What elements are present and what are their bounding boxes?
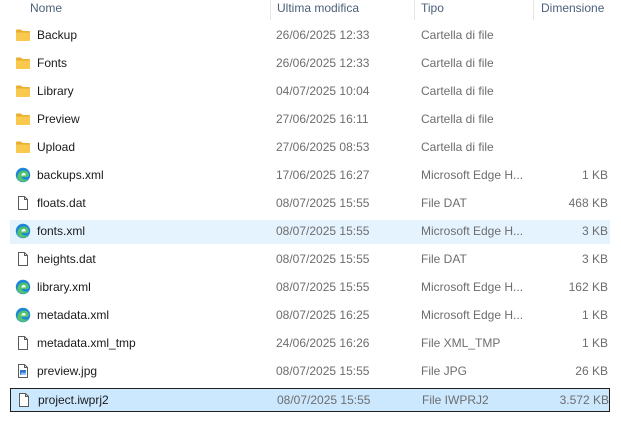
edge-icon: [15, 223, 31, 239]
file-row[interactable]: Upload 27/06/2025 08:53 Cartella di file: [10, 136, 610, 160]
edge-icon: [15, 167, 31, 183]
file-modified-date: 08/07/2025 15:55: [276, 280, 370, 294]
file-row[interactable]: floats.dat 08/07/2025 15:55 File DAT 468 KB: [10, 192, 610, 216]
file-row[interactable]: Backup 26/06/2025 12:33 Cartella di file: [10, 24, 610, 48]
file-row[interactable]: heights.dat 08/07/2025 15:55 File DAT 3 KB: [10, 248, 610, 272]
file-size: 162 KB: [568, 280, 608, 294]
file-type: Microsoft Edge H...: [421, 168, 524, 182]
file-name: Library: [37, 84, 74, 98]
column-header-modified[interactable]: Ultima modifica: [277, 0, 359, 20]
file-modified-date: 26/06/2025 12:33: [276, 28, 370, 42]
file-size: 3.572 KB: [559, 393, 609, 407]
file-row[interactable]: metadata.xml 08/07/2025 16:25 Microsoft Ed…: [10, 304, 610, 328]
column-header-size[interactable]: Dimensione: [541, 0, 604, 20]
file-name: heights.dat: [37, 252, 96, 266]
file-type: Microsoft Edge H...: [421, 224, 524, 238]
file-type: Microsoft Edge H...: [421, 280, 524, 294]
file-row[interactable]: Fonts 26/06/2025 12:33 Cartella di file: [10, 52, 610, 76]
file-modified-date: 26/06/2025 12:33: [276, 56, 370, 70]
file-modified-date: 24/06/2025 16:26: [276, 336, 370, 350]
file-size: 3 KB: [581, 252, 608, 266]
file-name: floats.dat: [37, 196, 86, 210]
file-name: Preview: [37, 112, 80, 126]
file-row[interactable]: Library 04/07/2025 10:04 Cartella di file: [10, 80, 610, 104]
file-icon: [16, 392, 32, 408]
file-size: 3 KB: [581, 224, 608, 238]
file-icon: [15, 335, 31, 351]
file-type: Cartella di file: [421, 112, 494, 126]
column-header-type[interactable]: Tipo: [421, 0, 444, 20]
edge-icon: [15, 279, 31, 295]
folder-icon: [15, 83, 31, 99]
file-type: Microsoft Edge H...: [421, 308, 524, 322]
file-name: metadata.xml_tmp: [37, 336, 136, 350]
folder-icon: [15, 27, 31, 43]
column-header-name[interactable]: Nome: [30, 0, 62, 20]
file-row[interactable]: project.iwprj2 08/07/2025 15:55 File IWPRJ…: [10, 388, 610, 412]
file-row[interactable]: library.xml 08/07/2025 15:55 Microsoft Edg…: [10, 276, 610, 300]
file-row[interactable]: fonts.xml 08/07/2025 15:55 Microsoft Edge …: [10, 220, 610, 244]
file-type: File DAT: [421, 252, 467, 266]
file-type: File JPG: [421, 364, 468, 378]
file-modified-date: 08/07/2025 15:55: [276, 364, 370, 378]
file-size: [530, 80, 608, 102]
file-name: Fonts: [37, 56, 68, 70]
file-name: project.iwprj2: [38, 393, 109, 407]
file-size: 1 KB: [581, 308, 608, 322]
folder-icon: [15, 111, 31, 127]
file-size: 1 KB: [581, 336, 608, 350]
file-name: backups.xml: [37, 168, 104, 182]
file-type: File XML_TMP: [421, 336, 501, 350]
file-name: library.xml: [37, 280, 91, 294]
file-type: File IWPRJ2: [422, 393, 489, 407]
file-type: Cartella di file: [421, 28, 494, 42]
file-modified-date: 17/06/2025 16:27: [276, 168, 370, 182]
file-size: [530, 108, 608, 130]
file-row[interactable]: metadata.xml_tmp 24/06/2025 16:26 File XML…: [10, 332, 610, 356]
file-size: [530, 52, 608, 74]
file-modified-date: 27/06/2025 16:11: [276, 112, 369, 126]
folder-icon: [15, 139, 31, 155]
file-type: Cartella di file: [421, 140, 494, 154]
file-icon: [15, 195, 31, 211]
file-row[interactable]: preview.jpg 08/07/2025 15:55 File JPG 26 KB: [10, 360, 610, 384]
file-type: Cartella di file: [421, 56, 494, 70]
image-file-icon: [15, 363, 31, 379]
file-name: preview.jpg: [37, 364, 98, 378]
file-size: [530, 136, 608, 158]
file-modified-date: 08/07/2025 15:55: [276, 224, 370, 238]
file-type: File DAT: [421, 196, 467, 210]
file-icon: [15, 251, 31, 267]
file-row[interactable]: backups.xml 17/06/2025 16:27 Microsoft Edg…: [10, 164, 610, 188]
file-size: 468 KB: [568, 196, 608, 210]
file-type: Cartella di file: [421, 84, 494, 98]
file-modified-date: 04/07/2025 10:04: [276, 84, 370, 98]
folder-icon: [15, 55, 31, 71]
file-modified-date: 08/07/2025 15:55: [277, 393, 371, 407]
file-name: Upload: [37, 140, 76, 154]
file-row[interactable]: Preview 27/06/2025 16:11 Cartella di file: [10, 108, 610, 132]
file-modified-date: 08/07/2025 15:55: [276, 196, 370, 210]
column-divider[interactable]: [414, 0, 415, 20]
file-name: Backup: [37, 28, 78, 42]
file-size: 1 KB: [581, 168, 608, 182]
column-header-bar: Nome Ultima modifica Tipo Dimensione: [0, 0, 621, 20]
column-divider[interactable]: [270, 0, 271, 20]
file-name: fonts.xml: [37, 224, 86, 238]
edge-icon: [15, 307, 31, 323]
column-divider[interactable]: [533, 0, 534, 20]
file-modified-date: 08/07/2025 16:25: [276, 308, 370, 322]
file-size: [530, 24, 608, 46]
file-modified-date: 08/07/2025 15:55: [276, 252, 370, 266]
file-name: metadata.xml: [37, 308, 110, 322]
file-modified-date: 27/06/2025 08:53: [276, 140, 370, 154]
file-size: 26 KB: [575, 364, 608, 378]
